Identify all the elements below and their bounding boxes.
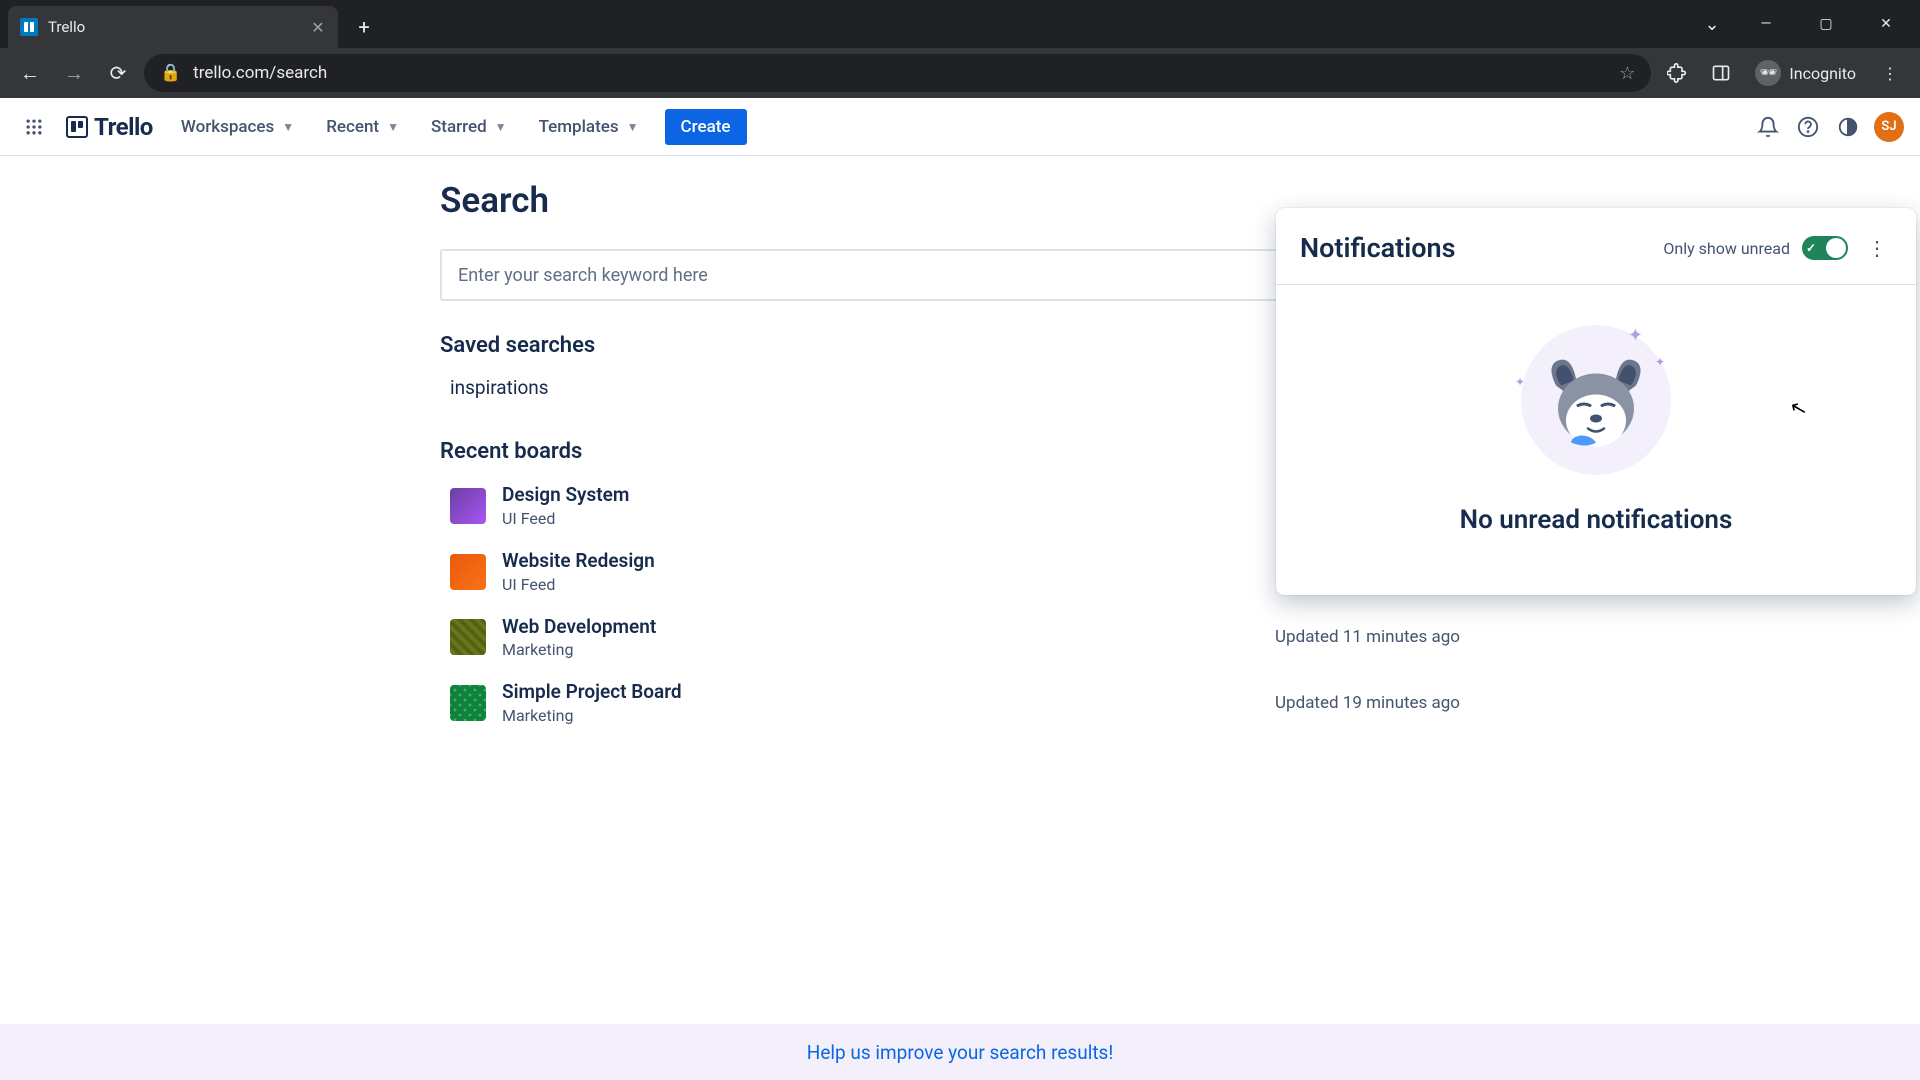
board-thumbnail <box>450 685 486 721</box>
board-workspace: Marketing <box>502 706 1275 725</box>
notifications-popover: Notifications Only show unread ⋮ ✦ ✦ ✦ <box>1276 208 1916 595</box>
bookmark-star-icon[interactable]: ☆ <box>1619 63 1635 84</box>
help-banner: Help us improve your search results! <box>0 1024 1920 1080</box>
board-updated: Updated 19 minutes ago <box>1275 693 1460 713</box>
window-maximize-icon[interactable]: ▢ <box>1796 0 1856 48</box>
window-close-icon[interactable]: ✕ <box>1856 0 1916 48</box>
help-improve-link[interactable]: Help us improve your search results! <box>807 1041 1113 1064</box>
tab-search-icon[interactable]: ⌄ <box>1688 0 1736 48</box>
chevron-down-icon: ▼ <box>495 120 507 134</box>
board-name: Web Development <box>502 616 1275 639</box>
trello-header: Trello Workspaces ▼ Recent ▼ Starred ▼ T… <box>0 98 1920 156</box>
board-workspace: Marketing <box>502 640 1275 659</box>
nav-reload-icon[interactable]: ⟳ <box>100 55 136 91</box>
help-icon[interactable] <box>1790 109 1826 145</box>
tab-title: Trello <box>48 18 300 36</box>
notifications-title: Notifications <box>1300 232 1663 264</box>
browser-tab[interactable]: Trello ✕ <box>8 6 338 48</box>
omnibox-url: trello.com/search <box>193 63 1607 83</box>
empty-state-illustration: ✦ ✦ ✦ <box>1521 325 1671 475</box>
omnibox[interactable]: 🔒 trello.com/search ☆ <box>144 54 1651 92</box>
board-thumbnail <box>450 554 486 590</box>
taco-dog-icon <box>1536 351 1656 461</box>
tab-favicon <box>20 18 38 36</box>
user-avatar[interactable]: SJ <box>1874 112 1904 142</box>
board-workspace: UI Feed <box>502 509 1285 528</box>
board-row[interactable]: Web Development Marketing Updated 11 min… <box>440 606 1470 670</box>
create-button[interactable]: Create <box>665 109 747 145</box>
browser-titlebar: Trello ✕ + ⌄ — ▢ ✕ <box>0 0 1920 48</box>
board-thumbnail <box>450 619 486 655</box>
extensions-icon[interactable] <box>1659 55 1695 91</box>
notifications-menu-icon[interactable]: ⋮ <box>1860 232 1892 264</box>
window-minimize-icon[interactable]: — <box>1736 0 1796 48</box>
theme-toggle-icon[interactable] <box>1830 109 1866 145</box>
incognito-label: Incognito <box>1789 64 1856 83</box>
app-switcher-icon[interactable] <box>16 109 52 145</box>
board-thumbnail <box>450 488 486 524</box>
nav-forward-icon[interactable]: → <box>56 55 92 91</box>
nav-templates[interactable]: Templates ▼ <box>525 109 653 145</box>
notifications-icon[interactable] <box>1750 109 1786 145</box>
nav-starred[interactable]: Starred ▼ <box>417 109 521 145</box>
incognito-badge[interactable]: 🕶 Incognito <box>1747 60 1864 86</box>
notifications-filter-label: Only show unread <box>1663 239 1790 258</box>
chevron-down-icon: ▼ <box>282 120 294 134</box>
chevron-down-icon: ▼ <box>387 120 399 134</box>
board-workspace: UI Feed <box>502 575 1285 594</box>
tab-close-icon[interactable]: ✕ <box>310 19 326 35</box>
board-name: Simple Project Board <box>502 681 1275 704</box>
nav-recent[interactable]: Recent ▼ <box>312 109 413 145</box>
new-tab-button[interactable]: + <box>346 9 382 45</box>
browser-menu-icon[interactable]: ⋮ <box>1872 55 1908 91</box>
board-name: Design System <box>502 484 1285 507</box>
nav-back-icon[interactable]: ← <box>12 55 48 91</box>
board-updated: Updated 11 minutes ago <box>1275 627 1460 647</box>
unread-filter-toggle[interactable] <box>1802 236 1848 260</box>
sidepanel-icon[interactable] <box>1703 55 1739 91</box>
board-name: Website Redesign <box>502 550 1285 573</box>
page-content: Search Saved searches inspirations Recen… <box>0 156 1920 1080</box>
notifications-empty-text: No unread notifications <box>1300 505 1892 535</box>
lock-icon: 🔒 <box>160 63 181 83</box>
trello-logo-icon <box>66 116 88 138</box>
nav-workspaces[interactable]: Workspaces ▼ <box>167 109 308 145</box>
trello-logo[interactable]: Trello <box>56 109 163 145</box>
board-row[interactable]: Simple Project Board Marketing Updated 1… <box>440 671 1470 735</box>
browser-address-bar: ← → ⟳ 🔒 trello.com/search ☆ 🕶 Incognito … <box>0 48 1920 98</box>
incognito-icon: 🕶 <box>1755 60 1781 86</box>
trello-logo-text: Trello <box>94 113 153 141</box>
chevron-down-icon: ▼ <box>627 120 639 134</box>
